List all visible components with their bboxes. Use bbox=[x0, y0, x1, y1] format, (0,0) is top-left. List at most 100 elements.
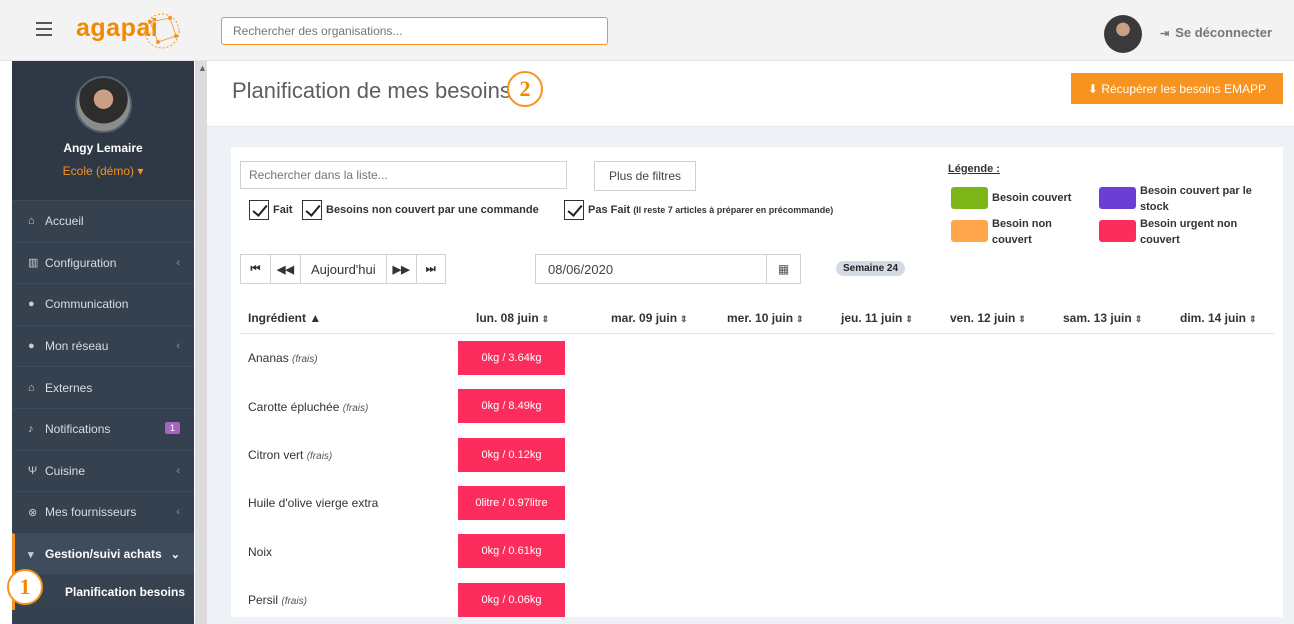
column-header-label: ven. 12 juin bbox=[950, 311, 1016, 325]
organisation-search-input[interactable] bbox=[221, 17, 608, 45]
sidebar-item-label: Configuration bbox=[45, 255, 117, 270]
chevron-left-icon: ‹ bbox=[176, 506, 180, 519]
calendar-icon[interactable]: ▦ bbox=[766, 255, 800, 283]
sidebar-item-label: Communication bbox=[45, 297, 129, 312]
bell-icon: ♪ bbox=[28, 423, 34, 436]
sidebar-item-label: Cuisine bbox=[45, 463, 86, 478]
sidebar-item-mes-fournisseurs[interactable]: ⊗ Mes fournisseurs ‹ bbox=[12, 491, 194, 533]
sidebar-item-label: Accueil bbox=[45, 214, 84, 229]
list-search-input[interactable] bbox=[240, 161, 567, 189]
need-cell-urgent[interactable]: 0kg / 0.12kg bbox=[458, 438, 565, 472]
sidebar-item-notifications[interactable]: ♪ Notifications 1 bbox=[12, 407, 194, 450]
filter-non-couvert-label: Besoins non couvert par une commande bbox=[326, 204, 539, 216]
hamburger-menu-icon[interactable] bbox=[36, 22, 52, 36]
chevron-left-icon: ‹ bbox=[176, 464, 180, 477]
more-filters-button[interactable]: Plus de filtres bbox=[594, 161, 696, 191]
column-header-mar[interactable]: mar. 09 juin ⇕ bbox=[611, 311, 688, 325]
column-header-label: lun. 08 juin bbox=[476, 311, 539, 325]
organisation-dropdown[interactable]: Ecole (démo) ▾ bbox=[12, 164, 194, 178]
column-header-label: dim. 14 juin bbox=[1180, 311, 1247, 325]
first-week-button[interactable]: ⏮ bbox=[241, 255, 271, 283]
column-header-label: mar. 09 juin bbox=[611, 311, 678, 325]
legend-swatch-orange bbox=[951, 220, 988, 242]
sidebar: Angy Lemaire Ecole (démo) ▾ ⌂ Accueil ▥ Co… bbox=[12, 61, 194, 624]
column-header-lun[interactable]: lun. 08 juin ⇕ bbox=[476, 311, 549, 325]
column-header-label: mer. 10 juin bbox=[727, 311, 794, 325]
filter-fait-checkbox[interactable]: Fait bbox=[249, 200, 293, 220]
column-header-sam[interactable]: sam. 13 juin ⇕ bbox=[1063, 311, 1142, 325]
legend-swatch-green bbox=[951, 187, 988, 209]
column-header-ingredient[interactable]: Ingrédient ▲ bbox=[248, 311, 321, 325]
download-icon: ⬇ bbox=[1087, 81, 1102, 96]
column-header-jeu[interactable]: jeu. 11 juin ⇕ bbox=[841, 311, 913, 325]
date-value: 08/06/2020 bbox=[548, 262, 614, 277]
need-cell-urgent[interactable]: 0litre / 0.97litre bbox=[458, 486, 565, 520]
need-cell-urgent[interactable]: 0kg / 3.64kg bbox=[458, 341, 565, 375]
sidebar-item-mon-reseau[interactable]: ● Mon réseau ‹ bbox=[12, 324, 194, 367]
previous-week-button[interactable]: ◀◀ bbox=[271, 255, 301, 283]
ingredient-note: (frais) bbox=[292, 354, 318, 365]
need-cell-urgent[interactable]: 0kg / 0.06kg bbox=[458, 583, 565, 617]
ingredient-note: (frais) bbox=[342, 403, 369, 414]
table-header-divider bbox=[240, 333, 1274, 334]
filter-pas-fait-note: (Il reste 7 articles à préparer en préco… bbox=[633, 205, 834, 215]
sidebar-item-gestion-suivi-achats[interactable]: ▾ Gestion/suivi achats ⌄ bbox=[12, 532, 194, 575]
scroll-up-icon[interactable]: ▲ bbox=[198, 63, 207, 73]
checkbox-checked-icon bbox=[564, 200, 584, 220]
today-button[interactable]: Aujourd'hui bbox=[301, 255, 387, 283]
checkbox-checked-icon bbox=[249, 200, 269, 220]
sort-icon: ⇕ bbox=[541, 314, 550, 324]
ingredient-note: (frais) bbox=[306, 451, 333, 462]
week-navigation: ⏮ ◀◀ Aujourd'hui ▶▶ ⏭ bbox=[240, 254, 446, 284]
sidebar-profile: Angy Lemaire Ecole (démo) ▾ bbox=[12, 61, 194, 200]
filter-pas-fait-checkbox[interactable]: Pas Fait (Il reste 7 articles à préparer … bbox=[564, 200, 833, 220]
legend-besoin-couvert: Besoin couvert bbox=[951, 187, 1086, 209]
sidebar-item-configuration[interactable]: ▥ Configuration ‹ bbox=[12, 241, 194, 284]
column-header-ven[interactable]: ven. 12 juin ⇕ bbox=[950, 311, 1026, 325]
sort-icon: ⇕ bbox=[1018, 314, 1026, 324]
sidebar-item-label: Notifications bbox=[45, 422, 111, 437]
sidebar-item-label: Gestion/suivi achats bbox=[45, 547, 162, 562]
sign-out-icon: ⇥ bbox=[1160, 28, 1170, 40]
sidebar-item-externes[interactable]: ⌂ Externes bbox=[12, 366, 194, 408]
logout-link[interactable]: ⇥ Se déconnecter bbox=[1160, 25, 1272, 40]
logout-label: Se déconnecter bbox=[1175, 25, 1273, 40]
column-header-mer[interactable]: mer. 10 juin ⇕ bbox=[727, 311, 804, 325]
cutlery-icon: Ψ bbox=[28, 464, 38, 477]
column-header-dim[interactable]: dim. 14 juin ⇕ bbox=[1180, 311, 1257, 325]
sort-icon: ⇕ bbox=[1249, 314, 1257, 324]
checkbox-checked-icon bbox=[302, 200, 322, 220]
next-week-button[interactable]: ▶▶ bbox=[386, 255, 417, 283]
chevron-left-icon: ‹ bbox=[176, 256, 180, 269]
handshake-icon: ⊗ bbox=[28, 506, 38, 519]
sort-icon: ⇕ bbox=[796, 314, 804, 324]
ingredient-name: Ananas bbox=[248, 351, 289, 365]
sidebar-scrollbar[interactable] bbox=[195, 61, 207, 624]
sidebar-item-communication[interactable]: ● Communication bbox=[12, 283, 194, 325]
last-week-button[interactable]: ⏭ bbox=[416, 255, 445, 283]
user-avatar[interactable] bbox=[1104, 15, 1142, 53]
legend-label: Besoin couvert par le stock bbox=[1140, 185, 1252, 213]
sidebar-item-accueil[interactable]: ⌂ Accueil bbox=[12, 200, 194, 242]
ingredient-name: Persil bbox=[248, 593, 279, 607]
week-badge: Semaine 24 bbox=[836, 261, 906, 276]
fetch-emapp-needs-button[interactable]: ⬇ Récupérer les besoins EMAPP bbox=[1071, 73, 1283, 104]
legend-besoin-non-couvert: Besoin non couvert bbox=[951, 216, 1086, 248]
legend-label: Besoin couvert bbox=[992, 192, 1072, 204]
filter-fait-label: Fait bbox=[273, 204, 293, 216]
table-row: Huile d'olive vierge extra bbox=[248, 496, 378, 510]
sort-icon: ⇕ bbox=[680, 314, 688, 324]
date-picker-input[interactable]: 08/06/2020 ▦ bbox=[535, 254, 801, 284]
sidebar-item-cuisine[interactable]: Ψ Cuisine ‹ bbox=[12, 449, 194, 492]
need-cell-urgent[interactable]: 0kg / 0.61kg bbox=[458, 534, 565, 568]
legend-swatch-purple bbox=[1099, 187, 1136, 209]
table-row: Persil (frais) bbox=[248, 593, 307, 607]
ingredient-name: Carotte épluchée bbox=[248, 400, 340, 414]
sidebar-item-label: Mon réseau bbox=[45, 339, 109, 354]
need-cell-urgent[interactable]: 0kg / 8.49kg bbox=[458, 389, 565, 423]
filter-non-couvert-checkbox[interactable]: Besoins non couvert par une commande bbox=[302, 200, 539, 220]
ingredient-name: Noix bbox=[248, 545, 273, 559]
sort-icon: ⇕ bbox=[905, 314, 913, 324]
legend-label: Besoin urgent non couvert bbox=[1140, 218, 1238, 246]
logo-network-icon bbox=[144, 13, 180, 49]
